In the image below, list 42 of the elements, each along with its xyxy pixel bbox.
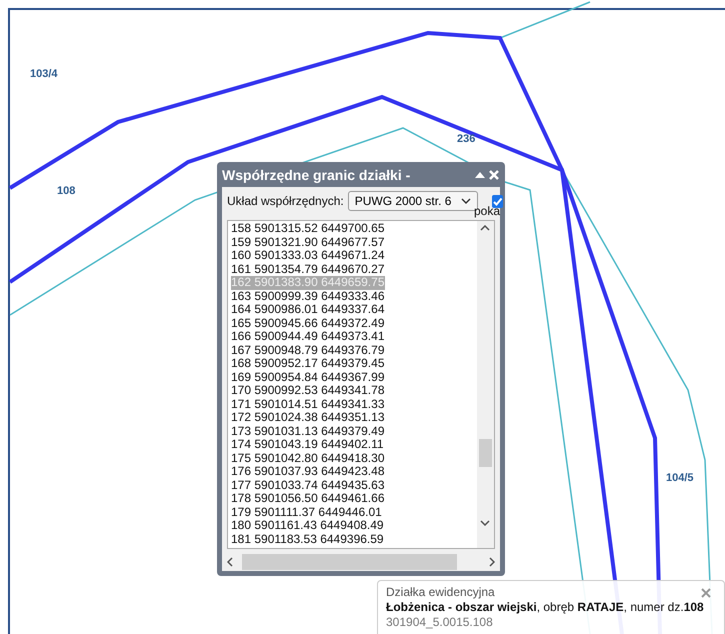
coordinate-row[interactable]: 167 5900948.79 6449376.79 bbox=[231, 344, 384, 357]
coordinate-row[interactable]: 171 5901014.51 6449341.33 bbox=[231, 398, 384, 411]
coordinate-row[interactable]: 158 5901315.52 6449700.65 bbox=[231, 222, 384, 236]
coordinate-row[interactable]: 169 5900954.84 6449367.99 bbox=[231, 370, 384, 384]
parcel-identifier: 301904_5.0015.108 bbox=[386, 615, 493, 630]
coordinate-row[interactable]: 173 5901031.13 6449379.49 bbox=[231, 424, 384, 438]
coordinate-row[interactable]: 181 5901183.53 6449396.59 bbox=[231, 532, 384, 546]
coordinate-row[interactable]: 168 5900952.17 6449379.45 bbox=[231, 357, 384, 370]
coordinate-row[interactable]: 179 5901111.37 6449446.01 bbox=[231, 506, 382, 519]
coordinate-row[interactable]: 180 5901161.43 6449408.49 bbox=[231, 519, 384, 532]
coordinate-row[interactable]: 159 5901321.90 6449677.57 bbox=[231, 236, 384, 249]
coordinate-row[interactable]: 170 5900992.53 6449341.78 bbox=[231, 384, 384, 398]
vertical-scrollbar[interactable] bbox=[477, 221, 494, 548]
parcel-number: 104/5 bbox=[666, 472, 694, 484]
parcel-number: 108 bbox=[57, 185, 76, 197]
close-icon[interactable] bbox=[700, 587, 712, 599]
coordinate-row[interactable]: 175 5901042.80 6449418.30 bbox=[231, 452, 384, 465]
coordinate-system-label: Układ współrzędnych: bbox=[227, 194, 344, 208]
scroll-up-icon[interactable] bbox=[480, 225, 490, 231]
show-checkbox[interactable] bbox=[492, 194, 504, 208]
parcel-number: 103/4 bbox=[30, 68, 58, 80]
parcel-number: 236 bbox=[457, 133, 476, 145]
scroll-down-icon[interactable] bbox=[480, 520, 490, 526]
coordinate-row[interactable]: 166 5900944.49 6449373.41 bbox=[231, 330, 384, 344]
scroll-left-icon[interactable] bbox=[227, 557, 233, 567]
coordinate-row[interactable]: 163 5900999.39 6449333.46 bbox=[231, 290, 384, 303]
coordinate-row[interactable]: 172 5901024.38 6449351.13 bbox=[231, 411, 384, 424]
chevron-down-icon bbox=[461, 198, 472, 204]
coordinate-row[interactable]: 160 5901333.03 6449671.24 bbox=[231, 249, 384, 262]
coordinate-row[interactable]: 174 5901043.19 6449402.11 bbox=[231, 438, 384, 452]
coordinate-row[interactable]: 176 5901037.93 6449423.48 bbox=[231, 465, 384, 478]
scrollbar-thumb[interactable] bbox=[242, 554, 457, 570]
dialog-title: Współrzędne granic działki - bbox=[222, 166, 410, 182]
scroll-right-icon[interactable] bbox=[489, 557, 495, 567]
coordinate-row[interactable]: 165 5900945.66 6449372.49 bbox=[231, 316, 384, 330]
coordinate-row[interactable]: 177 5901033.74 6449435.63 bbox=[231, 478, 384, 492]
coordinate-row[interactable]: 178 5901056.50 6449461.66 bbox=[231, 492, 384, 506]
coordinate-row[interactable]: 164 5900986.01 6449337.64 bbox=[231, 303, 384, 316]
popup-title: Działka ewidencyjna bbox=[386, 585, 495, 600]
coordinate-row[interactable]: 161 5901354.79 6449670.27 bbox=[231, 262, 384, 276]
scrollbar-thumb[interactable] bbox=[479, 439, 492, 467]
parcel-description: Łobżenica - obszar wiejski, obręb RATAJE, numer dz.108 bbox=[386, 600, 704, 615]
